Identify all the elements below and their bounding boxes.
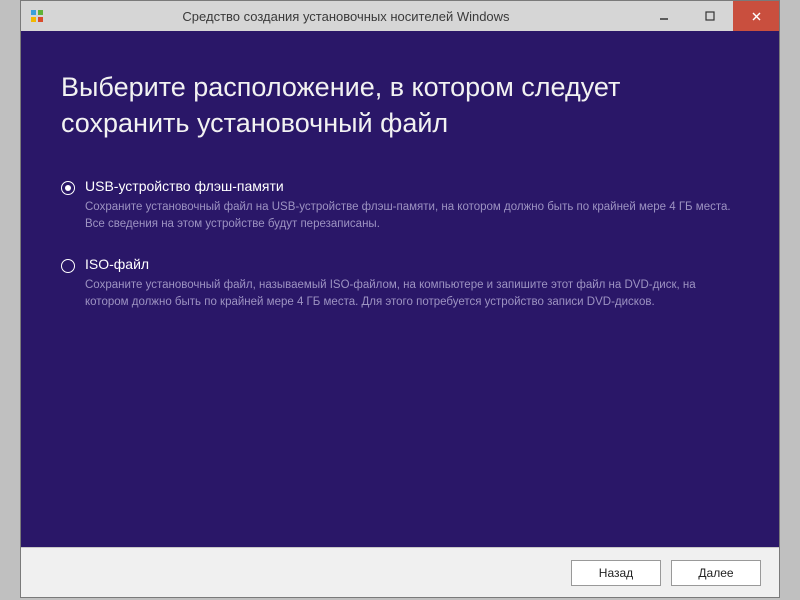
back-button[interactable]: Назад bbox=[571, 560, 661, 586]
option-label: USB-устройство флэш-памяти bbox=[85, 178, 739, 194]
footer: Назад Далее bbox=[21, 547, 779, 597]
option-text: ISO-файл Сохраните установочный файл, на… bbox=[85, 256, 739, 310]
content-area: Выберите расположение, в котором следует… bbox=[21, 31, 779, 547]
option-usb[interactable]: USB-устройство флэш-памяти Сохраните уст… bbox=[61, 178, 739, 232]
page-heading: Выберите расположение, в котором следует… bbox=[61, 69, 739, 142]
close-button[interactable] bbox=[733, 1, 779, 31]
option-iso[interactable]: ISO-файл Сохраните установочный файл, на… bbox=[61, 256, 739, 310]
window: Средство создания установочных носителей… bbox=[20, 0, 780, 598]
window-controls bbox=[641, 1, 779, 31]
option-description: Сохраните установочный файл на USB-устро… bbox=[85, 199, 739, 232]
options-group: USB-устройство флэш-памяти Сохраните уст… bbox=[61, 178, 739, 311]
window-title: Средство создания установочных носителей… bbox=[51, 9, 641, 24]
titlebar: Средство создания установочных носителей… bbox=[21, 1, 779, 31]
radio-icon bbox=[61, 181, 75, 195]
option-text: USB-устройство флэш-памяти Сохраните уст… bbox=[85, 178, 739, 232]
option-label: ISO-файл bbox=[85, 256, 739, 272]
next-button[interactable]: Далее bbox=[671, 560, 761, 586]
minimize-button[interactable] bbox=[641, 1, 687, 31]
app-icon bbox=[29, 8, 45, 24]
radio-icon bbox=[61, 259, 75, 273]
option-description: Сохраните установочный файл, называемый … bbox=[85, 277, 739, 310]
maximize-button[interactable] bbox=[687, 1, 733, 31]
